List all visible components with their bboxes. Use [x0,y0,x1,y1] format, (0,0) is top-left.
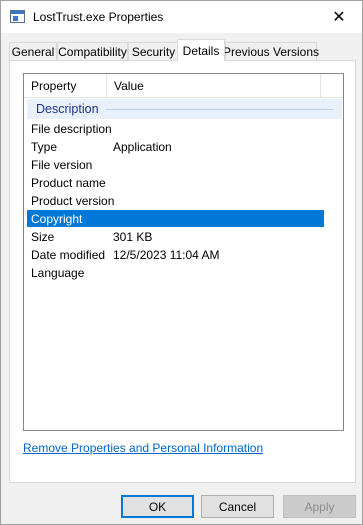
tab-details[interactable]: Details [177,39,225,61]
details-list[interactable]: Property Value Description File descript… [23,73,344,431]
title-bar: LostTrust.exe Properties ✕ [1,1,362,33]
tab-general[interactable]: General [9,42,57,61]
list-row-copyright[interactable]: Copyright [27,210,324,227]
list-row-product-name[interactable]: Product name [27,174,324,191]
list-header: Property Value [24,74,343,98]
list-row-file-description[interactable]: File description [27,120,324,137]
ok-button[interactable]: OK [121,495,194,518]
column-header-value[interactable]: Value [107,74,321,98]
apply-button[interactable]: Apply [283,495,356,518]
group-divider [106,109,333,110]
close-icon: ✕ [332,8,346,26]
group-header-description[interactable]: Description [27,99,342,119]
details-panel: Property Value Description File descript… [9,60,356,483]
list-row-product-version[interactable]: Product version [27,192,324,209]
list-row-language[interactable]: Language [27,264,324,281]
column-header-property[interactable]: Property [24,74,107,98]
list-row-size[interactable]: Size 301 KB [27,228,324,245]
group-label: Description [36,102,99,116]
list-row-file-version[interactable]: File version [27,156,324,173]
window-title: LostTrust.exe Properties [33,10,164,24]
remove-properties-link[interactable]: Remove Properties and Personal Informati… [23,441,263,455]
application-icon [10,10,25,23]
close-button[interactable]: ✕ [316,1,362,32]
tab-previous-versions[interactable]: Previous Versions [223,42,319,61]
list-row-date-modified[interactable]: Date modified 12/5/2023 11:04 AM [27,246,324,263]
cancel-button[interactable]: Cancel [201,495,274,518]
tab-security[interactable]: Security [128,42,179,61]
properties-dialog: LostTrust.exe Properties ✕ General Compa… [0,0,363,525]
tab-compatibility[interactable]: Compatibility [57,42,128,61]
list-row-type[interactable]: Type Application [27,138,324,155]
